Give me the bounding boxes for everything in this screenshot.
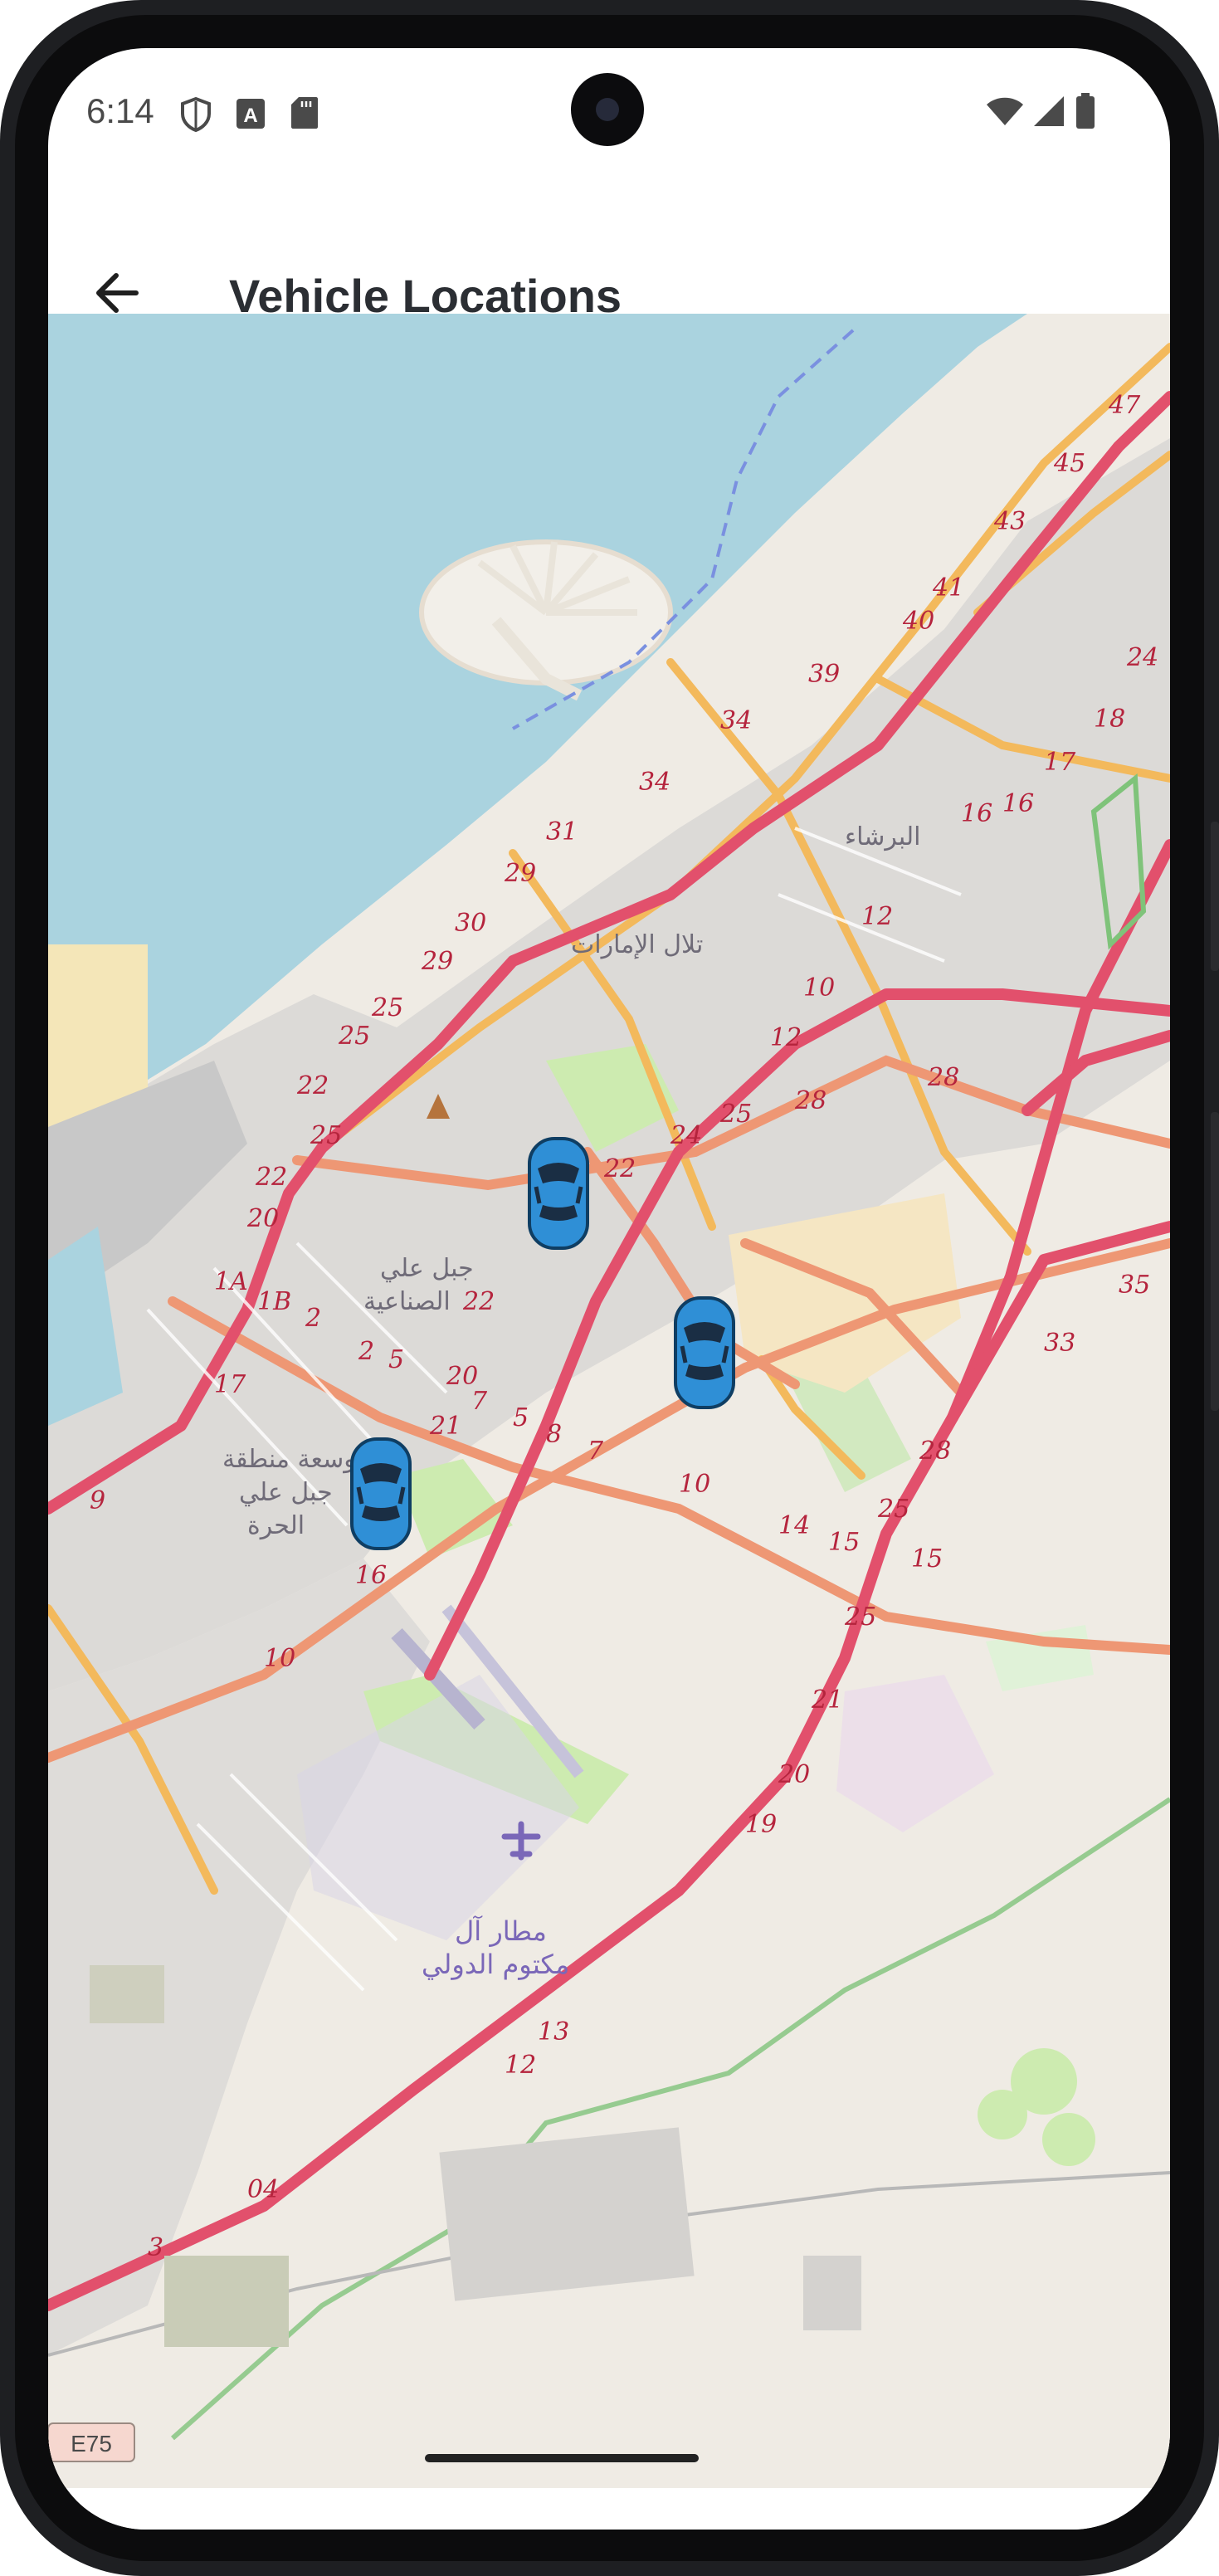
status-time: 6:14 (86, 91, 154, 130)
vehicle-2[interactable] (669, 1295, 740, 1411)
battery-icon (1075, 93, 1095, 134)
map-tiles (48, 314, 1170, 2488)
home-gesture-handle[interactable] (425, 2454, 699, 2462)
signal-icon (1032, 95, 1065, 132)
power-button (1211, 1112, 1219, 1411)
back-button[interactable] (88, 181, 146, 313)
svg-text:A: A (243, 105, 257, 127)
status-bar: 6:14 A (48, 48, 1170, 181)
volume-button (1211, 822, 1219, 971)
wifi-icon (986, 96, 1024, 130)
vehicle-3[interactable] (345, 1436, 417, 1552)
text-a-icon: A (236, 98, 266, 134)
sd-card-icon (290, 96, 319, 134)
screen: 6:14 A Vehicle Locations البرشاء تلال ال… (48, 48, 1170, 2530)
vehicle-1[interactable] (523, 1135, 594, 1251)
front-camera (571, 73, 644, 146)
gesture-nav-bar (48, 2488, 1170, 2530)
phone-frame: 6:14 A Vehicle Locations البرشاء تلال ال… (0, 0, 1219, 2576)
map-view[interactable]: البرشاء تلال الإمارات جبل علي الصناعية ت… (48, 314, 1170, 2488)
shield-icon (179, 96, 212, 137)
